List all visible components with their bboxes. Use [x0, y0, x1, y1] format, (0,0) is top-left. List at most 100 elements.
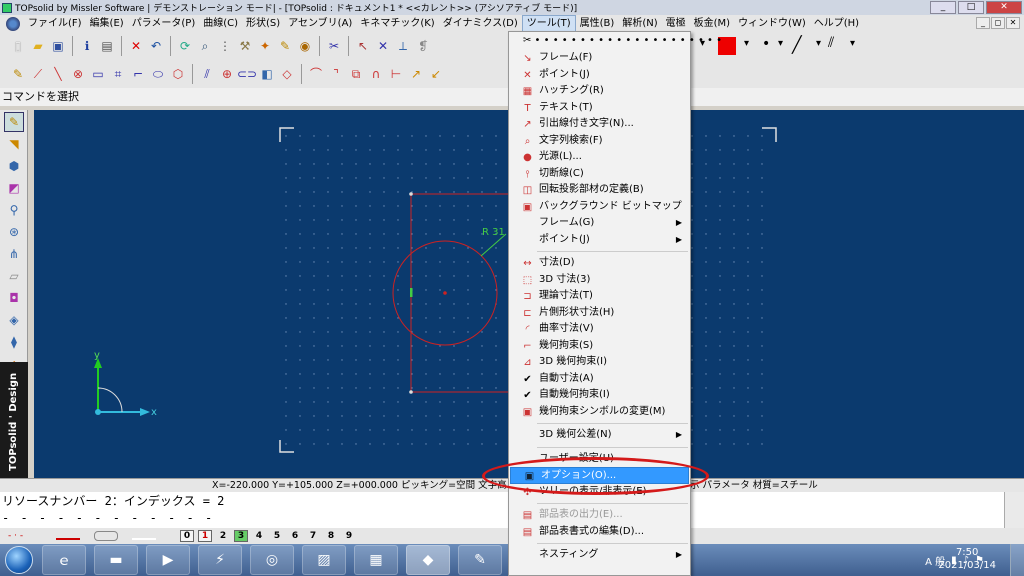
point-dropdown-icon[interactable]: ▾ [778, 38, 783, 49]
line-preview-icon[interactable]: - · - [8, 531, 36, 541]
hook-icon[interactable]: ❡ [415, 38, 431, 54]
tools-menu-item[interactable]: ⫯ 切断線(C) [509, 166, 690, 183]
pipette-icon[interactable]: ✎ [277, 38, 293, 54]
arc-icon[interactable]: ⌒ [308, 66, 324, 82]
tools-menu-item[interactable]: ⌕ 文字列検索(F) [509, 133, 690, 150]
menu-attribute[interactable]: 属性(B) [576, 15, 619, 32]
menu-kinematic[interactable]: キネマチック(K) [356, 15, 438, 32]
document-icon[interactable] [6, 16, 20, 31]
tools-menu-item[interactable]: ◜ 曲率寸法(V) [509, 321, 690, 338]
tools-menu-item[interactable]: ⊿ 3D 幾何拘束(I) [509, 354, 690, 371]
line-style-icon[interactable]: ╱ [792, 35, 802, 54]
measure-icon[interactable]: ✕ [375, 38, 391, 54]
tools-menu-item[interactable]: ◫ 回転投影部材の定義(B) [509, 182, 690, 199]
hatch-style-icon[interactable]: ⫽ [828, 35, 834, 51]
menu-edit[interactable]: 編集(E) [86, 15, 128, 32]
properties-icon[interactable]: ℹ [79, 38, 95, 54]
line-icon[interactable]: ╲ [50, 66, 66, 82]
rectangle-icon[interactable]: ▭ [90, 66, 106, 82]
tools-menu-item[interactable]: ● 光源(L)... [509, 149, 690, 166]
tools-menu-item[interactable]: ⌐ 幾何拘束(S) [509, 338, 690, 355]
menu-parameter[interactable]: パラメータ(P) [128, 15, 200, 32]
polyline-icon[interactable]: ⟋ [30, 66, 46, 82]
layer-9[interactable]: 9 [342, 531, 356, 541]
point-style-icon[interactable]: • [762, 36, 770, 52]
mdi-close-button[interactable]: ✕ [1006, 17, 1020, 29]
tools-menu-item[interactable]: ↘ フレーム(F) [509, 50, 690, 67]
save-icon[interactable]: ▣ [50, 38, 66, 54]
shape-icon[interactable]: ◇ [279, 66, 295, 82]
layer-6[interactable]: 6 [288, 531, 302, 541]
trim-icon[interactable]: ⊢ [388, 66, 404, 82]
shape-mode-icon[interactable]: ⬢ [4, 156, 24, 176]
undo-icon[interactable]: ↶ [148, 38, 164, 54]
print-icon[interactable]: ▤ [99, 38, 115, 54]
tools-menu-item[interactable]: T テキスト(T) [509, 100, 690, 117]
menu-curve[interactable]: 曲線(C) [199, 15, 242, 32]
tools-menu-item[interactable]: ✔ 自動幾何拘束(I) [509, 387, 690, 404]
line-dropdown-icon[interactable]: ▾ [816, 38, 821, 49]
explorer-icon[interactable]: ｅ [42, 545, 86, 575]
pencil-icon[interactable]: ✎ [10, 66, 26, 82]
tools-menu-item[interactable]: ⊐ 理論寸法(T) [509, 288, 690, 305]
start-button[interactable] [0, 544, 38, 576]
menu-analysis[interactable]: 解析(N) [618, 15, 661, 32]
layer-0[interactable]: 0 [180, 530, 194, 542]
plug-icon[interactable]: ⚡ [198, 545, 242, 575]
page-icon[interactable]: ▱ [4, 266, 24, 286]
scissors-icon[interactable]: ✂ [326, 38, 342, 54]
pick-icon[interactable]: ↖ [355, 38, 371, 54]
curve-mode-icon[interactable]: ◥ [4, 134, 24, 154]
arch-icon[interactable]: ∩ [368, 66, 384, 82]
globe-icon[interactable]: ⊛ [4, 222, 24, 242]
message-scrollbar[interactable] [1004, 492, 1024, 528]
tools-menu-item[interactable]: ▤ 部品表書式の編集(D)... [509, 524, 690, 541]
hammer-icon[interactable]: ⚒ [237, 38, 253, 54]
target-icon[interactable]: ⊕ [219, 66, 235, 82]
tools-menu-item[interactable]: ✔ 自動寸法(A) [509, 371, 690, 388]
line-width-icon[interactable] [94, 531, 118, 541]
mdi-minimize-button[interactable]: _ [976, 17, 990, 29]
menu-tools[interactable]: ツール(T) [521, 15, 576, 32]
menu-shape[interactable]: 形状(S) [242, 15, 284, 32]
tools-menu-item[interactable]: ⊏ 片側形状寸法(H) [509, 305, 690, 322]
tools-menu-item[interactable]: ↔ 寸法(D) [509, 255, 690, 272]
fillet-icon[interactable]: ⌐ [130, 66, 146, 82]
ellipse-icon[interactable]: ⬭ [150, 66, 166, 82]
new-file-icon[interactable]: ▯ [10, 38, 26, 54]
menu-electrode[interactable]: 電極 [662, 15, 690, 32]
fold-icon[interactable]: ↙ [428, 66, 444, 82]
layer-2[interactable]: 2 [216, 531, 230, 541]
layer-3-current[interactable]: 3 [234, 530, 248, 542]
tear-off-strip[interactable]: ✂ • • • • • • • • • • • • • • • • • • • … [509, 32, 722, 50]
menu-dynamics[interactable]: ダイナミクス(D) [439, 15, 522, 32]
radius-dimension-label[interactable]: R 31 [482, 227, 505, 238]
media-player-icon[interactable]: ▶ [146, 545, 190, 575]
zoom-icon[interactable]: ⌕ [197, 38, 213, 54]
network-icon[interactable]: ⋔ [4, 244, 24, 264]
extend-icon[interactable]: ↗ [408, 66, 424, 82]
color-dropdown-icon[interactable]: ▾ [744, 38, 749, 49]
tools-menu-item[interactable]: ✕ ポイント(J) [509, 67, 690, 84]
eye-icon[interactable]: ◉ [297, 38, 313, 54]
tools-menu-item[interactable]: ネスティング ▶ [509, 547, 690, 564]
layer-1[interactable]: 1 [198, 530, 212, 542]
tools-menu-item[interactable]: ▣ バックグラウンド ビットマップ [509, 199, 690, 216]
clock[interactable]: 7:50 2021/03/14 [938, 546, 996, 572]
tools-menu-item[interactable]: ▣ 幾何拘束シンボルの変更(M) [509, 404, 690, 421]
layer-4[interactable]: 4 [252, 531, 266, 541]
sketch-rectangle[interactable] [410, 193, 512, 393]
line-red-icon[interactable] [56, 532, 80, 540]
layer-8[interactable]: 8 [324, 531, 338, 541]
paint-icon[interactable]: ✎ [458, 545, 502, 575]
tools-menu-item[interactable]: フレーム(G) ▶ [509, 215, 690, 232]
layer-7[interactable]: 7 [306, 531, 320, 541]
tools-menu-item[interactable]: ↗ 引出線付き文字(N)... [509, 116, 690, 133]
hatch-dropdown-icon[interactable]: ▾ [850, 38, 855, 49]
close-button[interactable]: ✕ [986, 1, 1022, 14]
menu-window[interactable]: ウィンドウ(W) [734, 15, 810, 32]
tool-icon[interactable]: ✦ [257, 38, 273, 54]
sheet-metal-icon[interactable]: ◘ [4, 288, 24, 308]
mixer-icon[interactable]: ⋮ [217, 38, 233, 54]
offset-icon[interactable]: ⧉ [348, 66, 364, 82]
